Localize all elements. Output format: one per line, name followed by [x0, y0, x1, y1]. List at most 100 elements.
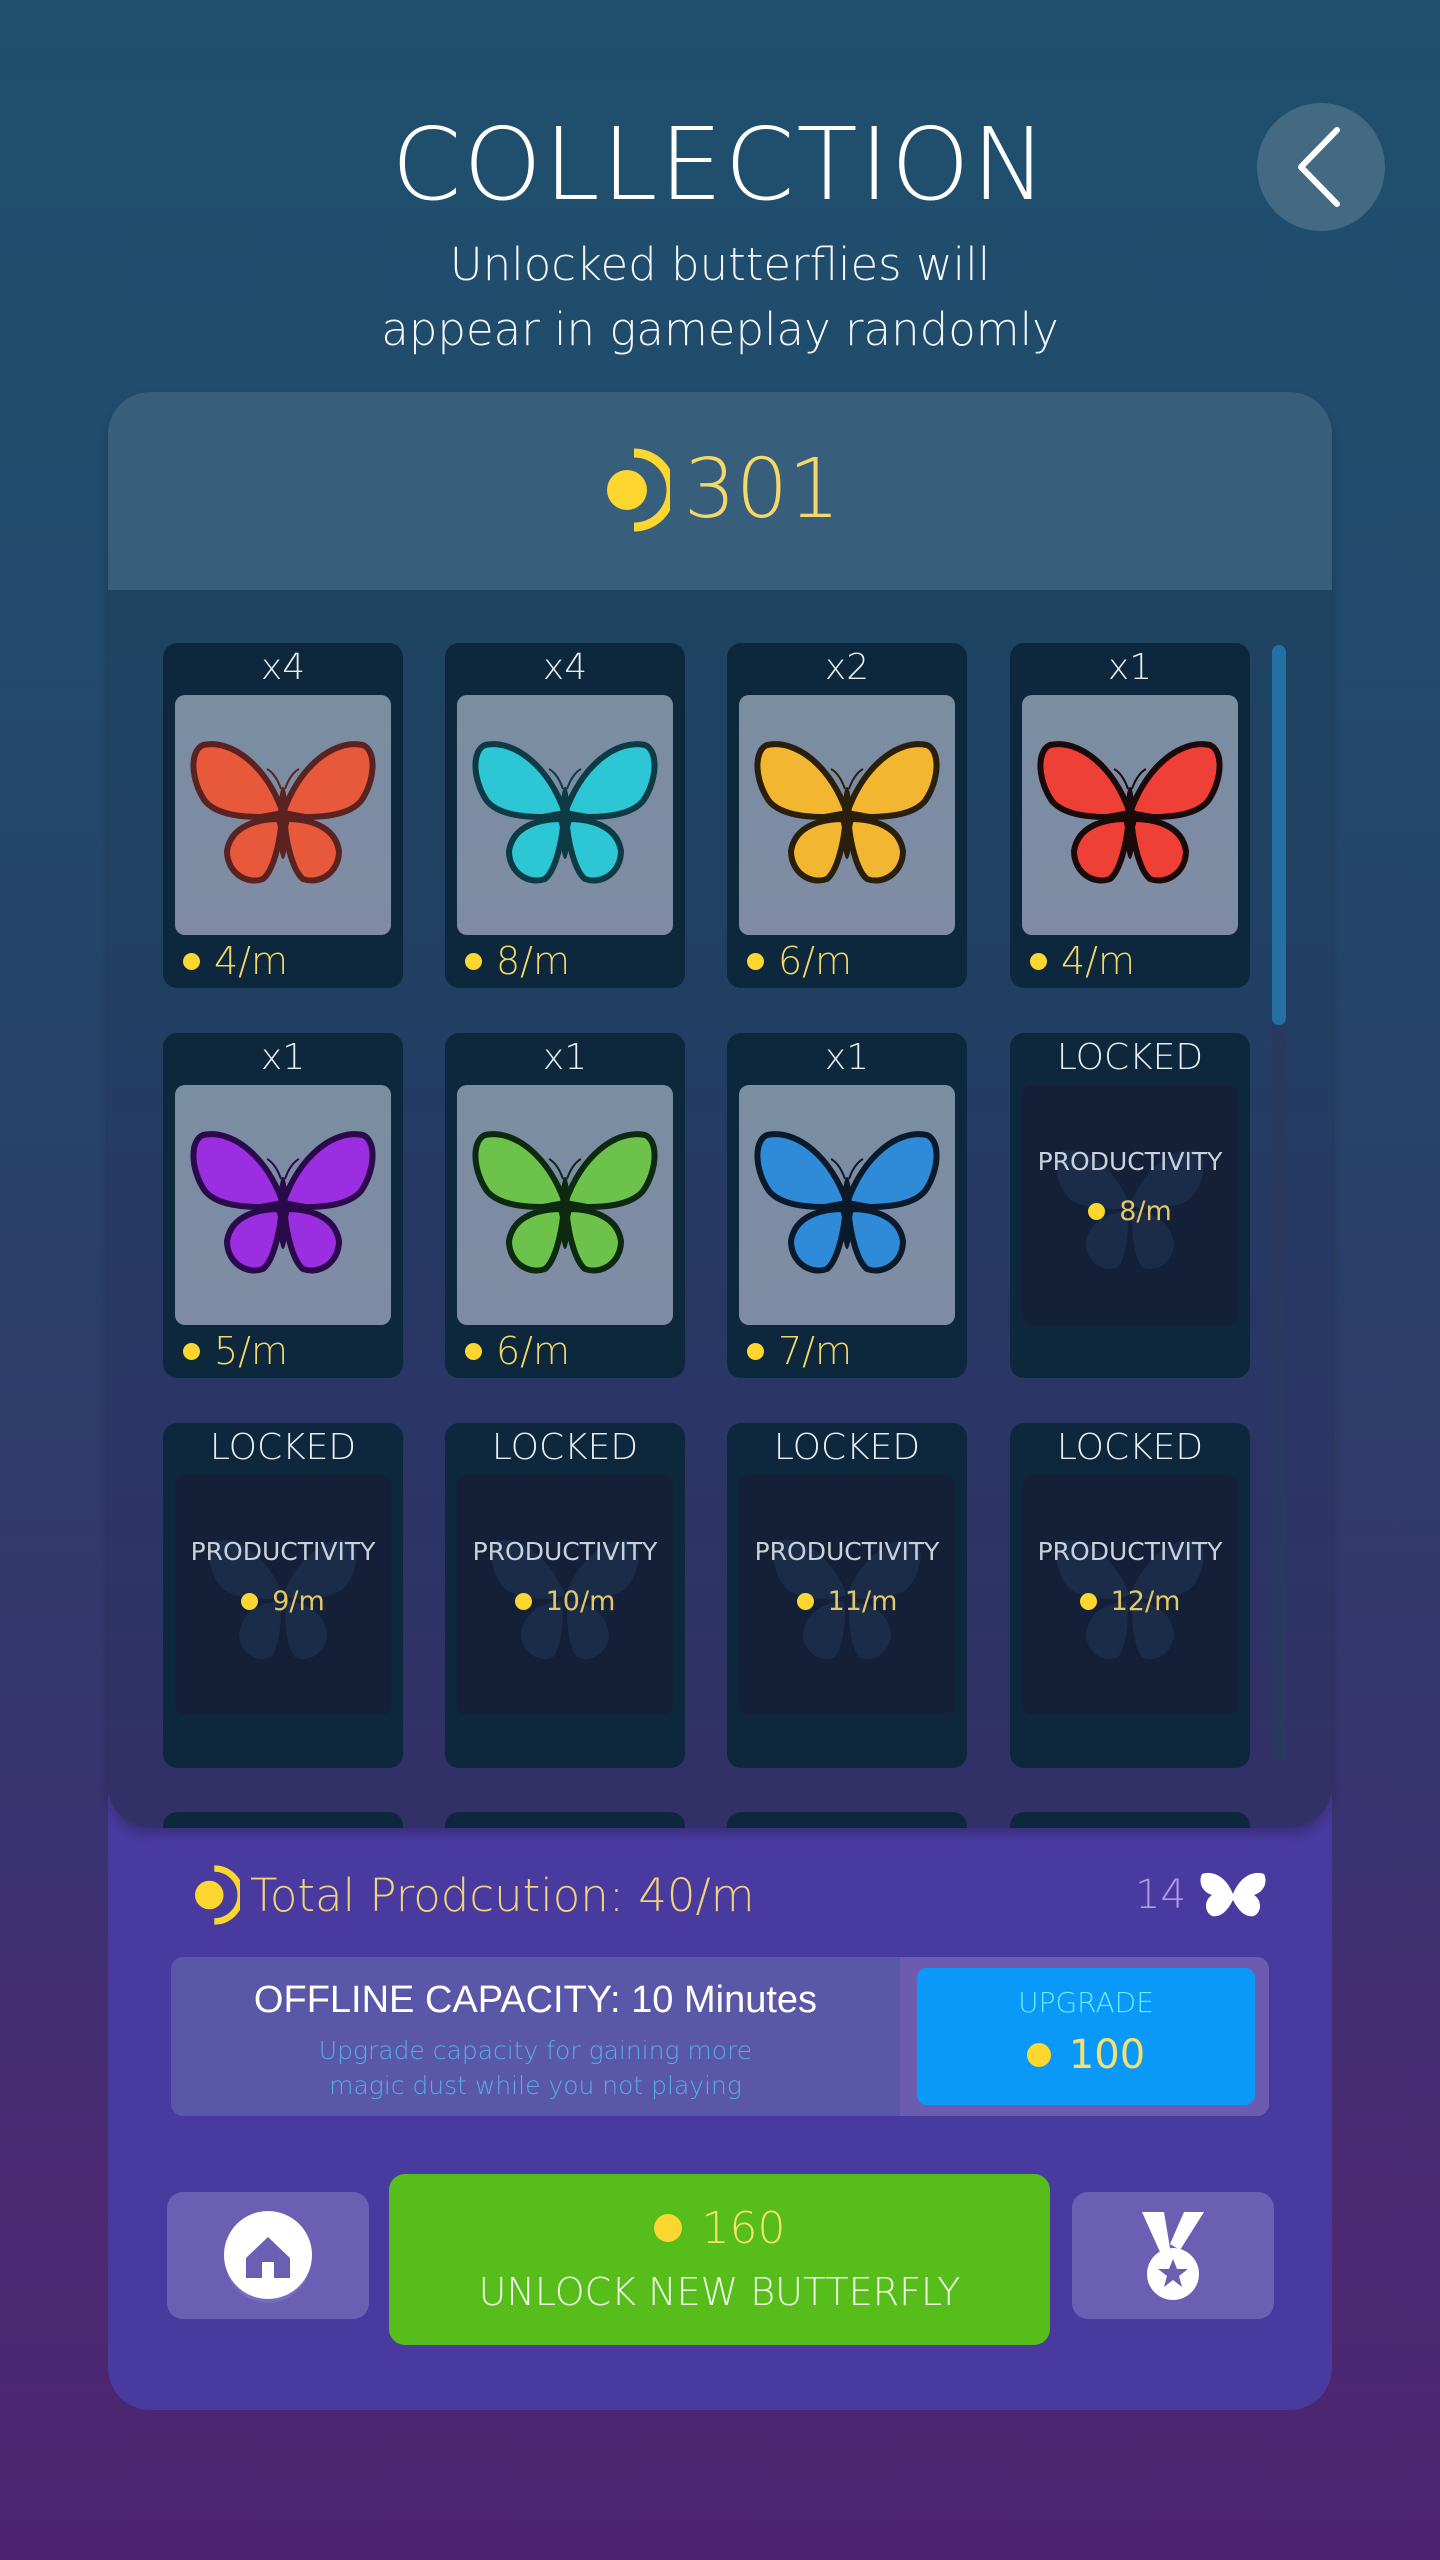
productivity-rate: 10/m	[457, 1586, 673, 1617]
productivity-label: PRODUCTIVITY	[472, 1537, 658, 1566]
offline-capacity-description: Upgrade capacity for gaining more magic …	[171, 2033, 900, 2103]
butterfly-card[interactable]: x4 8/m	[445, 643, 685, 988]
collection-panel: 301 x4 4/m x4 8/m x2 6/m x1 4/m x1 5/m x…	[108, 392, 1332, 1828]
subtitle-line-2: appear in gameplay randomly	[381, 303, 1059, 356]
balance-display: 301	[108, 440, 1332, 540]
unlock-label: UNLOCK NEW BUTTERFLY	[478, 2270, 961, 2314]
locked-productivity: PRODUCTIVITY 12/m	[1022, 1537, 1238, 1617]
subtitle-line-1: Unlocked butterflies will	[449, 238, 991, 291]
card-rate-value: 7/m	[778, 1329, 852, 1373]
butterfly-icon	[190, 1131, 376, 1274]
back-button[interactable]	[1257, 103, 1385, 231]
card-rate: 4/m	[1030, 939, 1135, 983]
coin-icon	[1088, 1203, 1106, 1220]
butterfly-icon	[472, 741, 658, 884]
card-rate: 6/m	[465, 1329, 570, 1373]
locked-label: LOCKED	[209, 1427, 357, 1468]
locked-butterfly-card[interactable]: LOCKED PRODUCTIVITY 11/m	[727, 1423, 967, 1768]
scrollbar-thumb[interactable]	[1272, 645, 1286, 1025]
card-count: x2	[824, 647, 870, 688]
butterfly-image	[739, 695, 955, 935]
locked-image: PRODUCTIVITY 8/m	[1022, 1085, 1238, 1325]
upgrade-price-value: 100	[1068, 2032, 1146, 2078]
coin-icon	[1079, 1593, 1097, 1610]
coin-icon	[1030, 952, 1047, 970]
butterfly-image	[1022, 695, 1238, 935]
butterfly-icon	[754, 741, 940, 884]
coin-icon	[241, 1593, 259, 1610]
locked-butterfly-card[interactable]: LOCKED PRODUCTIVITY 10/m	[445, 1423, 685, 1768]
card-count: x1	[824, 1037, 870, 1078]
total-production-text: Total Prodcution: 40/m	[250, 1868, 755, 1922]
card-count: x1	[260, 1037, 306, 1078]
productivity-rate: 11/m	[739, 1586, 955, 1617]
locked-productivity: PRODUCTIVITY 10/m	[457, 1537, 673, 1617]
productivity-rate-value: 10/m	[545, 1586, 616, 1617]
chevron-left-icon	[1298, 127, 1340, 207]
next-row-card	[727, 1812, 967, 1828]
card-rate-value: 6/m	[778, 939, 852, 983]
unlock-price-value: 160	[701, 2202, 786, 2254]
achievements-button[interactable]	[1072, 2192, 1274, 2319]
offline-capacity-box: OFFLINE CAPACITY: 10 Minutes Upgrade cap…	[171, 1957, 1269, 2116]
butterfly-card[interactable]: x4 4/m	[163, 643, 403, 988]
locked-butterfly-card[interactable]: LOCKED PRODUCTIVITY 9/m	[163, 1423, 403, 1768]
butterfly-image	[457, 1085, 673, 1325]
balance-header: 301	[108, 392, 1332, 590]
page-subtitle: Unlocked butterflies will appear in game…	[0, 232, 1440, 362]
locked-productivity: PRODUCTIVITY 8/m	[1022, 1147, 1238, 1227]
coin-icon	[1026, 2043, 1051, 2067]
locked-image: PRODUCTIVITY 12/m	[1022, 1475, 1238, 1715]
locked-image: PRODUCTIVITY 11/m	[739, 1475, 955, 1715]
locked-productivity: PRODUCTIVITY 11/m	[739, 1537, 955, 1617]
butterfly-image	[457, 695, 673, 935]
locked-butterfly-card[interactable]: LOCKED PRODUCTIVITY 12/m	[1010, 1423, 1250, 1768]
locked-label: LOCKED	[491, 1427, 639, 1468]
butterfly-image	[175, 1085, 391, 1325]
productivity-rate-value: 12/m	[1110, 1586, 1181, 1617]
butterfly-card[interactable]: x1 6/m	[445, 1033, 685, 1378]
coin-icon	[796, 1593, 814, 1610]
card-rate-value: 8/m	[496, 939, 570, 983]
home-button[interactable]	[167, 2192, 369, 2319]
butterfly-count: 14	[1135, 1862, 1268, 1928]
productivity-rate: 12/m	[1022, 1586, 1238, 1617]
butterfly-icon	[1200, 1872, 1266, 1917]
productivity-label: PRODUCTIVITY	[1037, 1537, 1223, 1566]
card-rate: 6/m	[747, 939, 852, 983]
butterfly-icon	[472, 1131, 658, 1274]
upgrade-button[interactable]: UPGRADE 100	[917, 1968, 1255, 2105]
productivity-label: PRODUCTIVITY	[1037, 1147, 1223, 1176]
upgrade-label: UPGRADE	[1018, 1986, 1154, 2019]
home-icon	[224, 2211, 312, 2303]
coin-icon	[465, 1342, 482, 1360]
butterfly-icon	[754, 1131, 940, 1274]
productivity-rate-value: 11/m	[827, 1586, 898, 1617]
productivity-label: PRODUCTIVITY	[754, 1537, 940, 1566]
butterfly-image	[175, 695, 391, 935]
offline-desc-line-1: Upgrade capacity for gaining more	[318, 2036, 753, 2065]
card-count: x1	[542, 1037, 588, 1078]
coin-icon	[653, 2214, 682, 2242]
next-row-card	[445, 1812, 685, 1828]
card-rate-value: 4/m	[214, 939, 288, 983]
butterfly-card[interactable]: x1 7/m	[727, 1033, 967, 1378]
butterfly-card[interactable]: x1 5/m	[163, 1033, 403, 1378]
butterfly-card[interactable]: x2 6/m	[727, 643, 967, 988]
unlock-new-butterfly-button[interactable]: 160 UNLOCK NEW BUTTERFLY	[389, 2174, 1050, 2345]
coin-icon	[514, 1593, 532, 1610]
butterfly-count-value: 14	[1135, 1872, 1186, 1918]
butterfly-icon	[190, 741, 376, 884]
locked-productivity: PRODUCTIVITY 9/m	[175, 1537, 391, 1617]
next-row-card	[163, 1812, 403, 1828]
productivity-rate: 9/m	[175, 1586, 391, 1617]
butterfly-icon	[1037, 741, 1223, 884]
card-count: x1	[1107, 647, 1153, 688]
page-title: COLLECTION	[391, 106, 1049, 223]
locked-butterfly-card[interactable]: LOCKED PRODUCTIVITY 8/m	[1010, 1033, 1250, 1378]
magic-dust-icon	[606, 448, 670, 532]
coin-icon	[183, 952, 200, 970]
locked-label: LOCKED	[1056, 1037, 1204, 1078]
butterfly-card[interactable]: x1 4/m	[1010, 643, 1250, 988]
productivity-rate-value: 8/m	[1119, 1196, 1172, 1227]
